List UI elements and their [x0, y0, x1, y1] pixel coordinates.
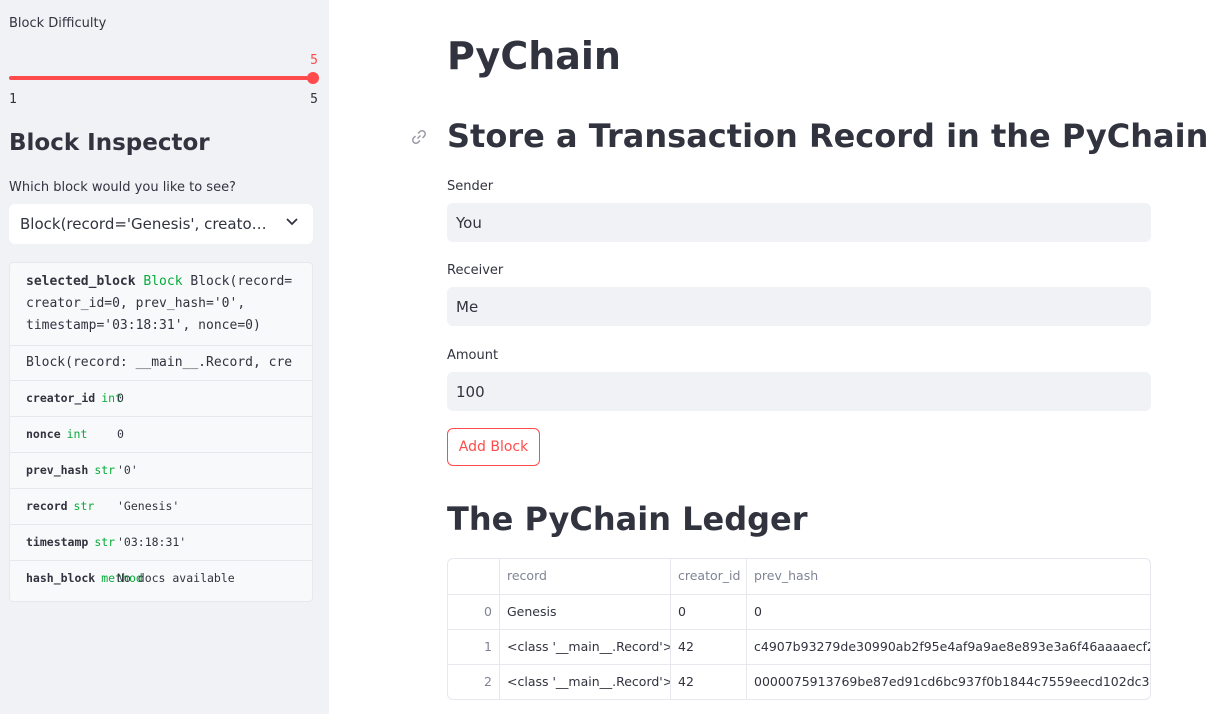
help-row-type: int: [66, 427, 88, 441]
help-signature: Block(record: __main__.Record, cre: [10, 345, 312, 380]
help-row-value: '03:18:31': [117, 535, 187, 549]
main-content: PyChain Store a Transaction Record in th…: [329, 0, 1218, 714]
cell-creator-id[interactable]: 42: [670, 665, 746, 699]
cell-creator-id[interactable]: 42: [670, 630, 746, 665]
table-header-creator-id[interactable]: creator_id: [670, 559, 746, 594]
ledger-table[interactable]: record creator_id prev_hash 0 Genesis 0 …: [447, 558, 1151, 700]
help-row-name: record: [26, 499, 68, 513]
cell-prev-hash[interactable]: 0000075913769be87ed91cd6bc937f0b1844c755…: [746, 665, 1150, 699]
help-var-name: selected_block: [26, 274, 136, 289]
link-icon[interactable]: [409, 127, 429, 147]
help-row: hash_block method No docs available: [10, 560, 312, 596]
difficulty-slider[interactable]: Block Difficulty 5 1 5: [9, 16, 319, 107]
cell-prev-hash[interactable]: 0: [746, 595, 1150, 630]
help-row-value: 0: [117, 391, 124, 405]
help-row: record str 'Genesis': [10, 488, 312, 524]
table-header-prev-hash[interactable]: prev_hash: [746, 559, 1150, 594]
help-row-value: No docs available: [117, 571, 235, 585]
chevron-down-icon: [285, 214, 299, 232]
help-row-name: timestamp: [26, 535, 89, 549]
help-row-type: str: [94, 463, 116, 477]
help-row-value: 0: [117, 427, 124, 441]
help-repr-line2: creator_id=0, prev_hash='0',: [26, 296, 246, 311]
block-select-value: Block(record='Genesis', creator_id=0, pr…: [20, 215, 270, 233]
help-row-name: nonce: [26, 427, 61, 441]
slider-track[interactable]: [9, 76, 313, 80]
cell-creator-id[interactable]: 0: [670, 595, 746, 630]
help-repr-line3: timestamp='03:18:31', nonce=0): [26, 318, 261, 333]
table-header-record[interactable]: record: [499, 559, 670, 594]
ledger-title: The PyChain Ledger: [447, 500, 808, 538]
cell-prev-hash[interactable]: c4907b93279de30990ab2f95e4af9a9ae8e893e3…: [746, 630, 1150, 665]
help-row-name: prev_hash: [26, 463, 89, 477]
table-row: 2 <class '__main__.Record'> 42 000007591…: [448, 664, 1150, 699]
help-row-name: creator_id: [26, 391, 96, 405]
help-row: nonce int 0: [10, 416, 312, 452]
table-header-row: record creator_id prev_hash: [448, 559, 1150, 594]
row-index: 2: [484, 674, 492, 689]
slider-current-value: 5: [310, 53, 318, 68]
sender-input[interactable]: [447, 203, 1151, 242]
help-row: prev_hash str '0': [10, 452, 312, 488]
block-help-panel: selected_block Block Block(record= creat…: [9, 262, 313, 602]
page-title: PyChain: [447, 34, 621, 78]
amount-label: Amount: [447, 348, 499, 363]
help-header: selected_block Block Block(record= creat…: [10, 263, 312, 345]
cell-record[interactable]: <class '__main__.Record'>: [499, 665, 670, 699]
block-select[interactable]: Block(record='Genesis', creator_id=0, pr…: [9, 204, 313, 244]
help-row-value: 'Genesis': [117, 499, 180, 513]
receiver-input[interactable]: [447, 287, 1151, 326]
slider-label: Block Difficulty: [9, 16, 107, 31]
help-type-name: Block: [143, 274, 183, 289]
help-repr-line1: Block(record=: [190, 274, 293, 289]
table-row: 0 Genesis 0 0: [448, 594, 1150, 630]
row-index: 1: [484, 639, 492, 654]
help-row-value: '0': [117, 463, 138, 477]
section-title: Store a Transaction Record in the PyChai…: [447, 117, 1209, 155]
slider-min-label: 1: [9, 92, 17, 107]
help-row: timestamp str '03:18:31': [10, 524, 312, 560]
block-select-label: Which block would you like to see?: [9, 180, 236, 195]
help-row-type: str: [73, 499, 95, 513]
help-row-type: str: [94, 535, 116, 549]
slider-max-label: 5: [310, 92, 318, 107]
table-row: 1 <class '__main__.Record'> 42 c4907b932…: [448, 629, 1150, 665]
cell-record[interactable]: <class '__main__.Record'>: [499, 630, 670, 665]
help-row-name: hash_block: [26, 571, 96, 585]
row-index: 0: [484, 604, 492, 619]
help-row: creator_id int 0: [10, 380, 312, 416]
add-block-button[interactable]: Add Block: [447, 428, 540, 466]
receiver-label: Receiver: [447, 263, 504, 278]
sender-label: Sender: [447, 179, 494, 194]
sidebar: Block Difficulty 5 1 5 Block Inspector W…: [0, 0, 329, 714]
block-inspector-heading: Block Inspector: [9, 130, 210, 156]
amount-input[interactable]: [447, 372, 1151, 411]
slider-thumb[interactable]: [307, 72, 319, 84]
table-header-index: [448, 559, 499, 594]
cell-record[interactable]: Genesis: [499, 595, 670, 630]
